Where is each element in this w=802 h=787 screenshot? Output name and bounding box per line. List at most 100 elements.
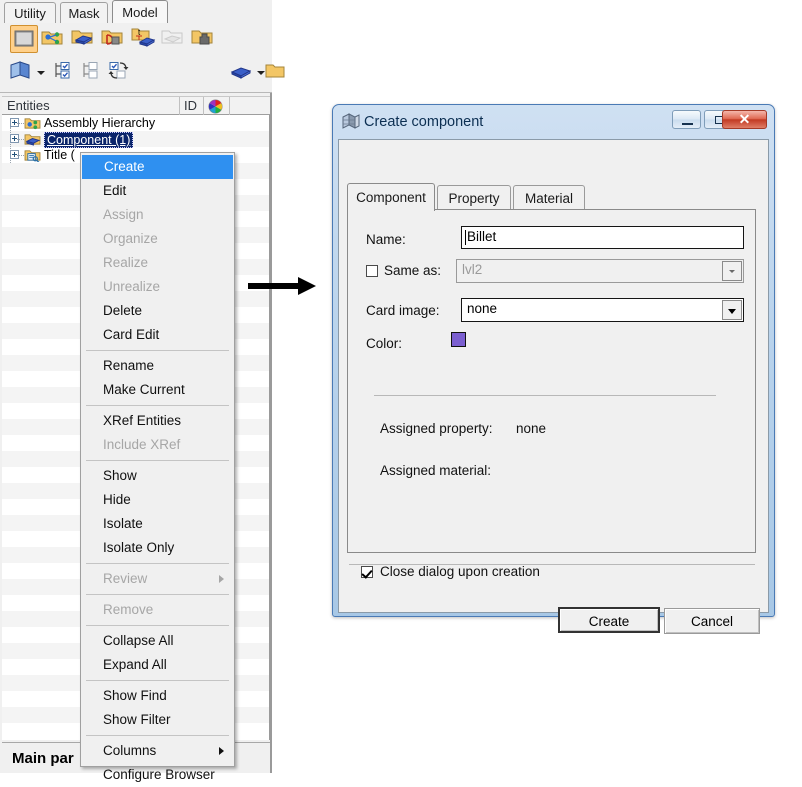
menu-separator [86,563,229,564]
close-icon: ✕ [723,111,766,128]
dialog-tab-component[interactable]: Component [347,183,435,211]
folder-load-icon [100,25,126,51]
menu-item-label: Isolate Only [103,540,174,555]
tree-item-assembly-hierarchy[interactable]: Assembly Hierarchy [2,115,270,131]
same-as-checkbox[interactable] [366,265,378,277]
chevron-down-icon[interactable] [722,261,742,281]
minimize-button[interactable] [672,110,701,129]
menu-item-show-find[interactable]: Show Find [81,684,234,708]
menu-item-xref-entities[interactable]: XRef Entities [81,409,234,433]
folder-mesh-disabled-icon [160,25,186,51]
name-input-value: Billet [467,229,496,244]
toolbar-button-load-collector[interactable] [100,25,128,53]
menu-separator [86,594,229,595]
tree-context-menu[interactable]: CreateEditAssignOrganizeRealizeUnrealize… [80,152,235,767]
toolbar-button-assembly[interactable] [40,25,68,53]
column-header-entities[interactable]: Entities [2,97,180,115]
tab-model[interactable]: Model [112,0,168,23]
toolbar-button-uncheck-all[interactable] [78,58,106,86]
menu-item-label: Make Current [103,382,185,397]
tree-uncheck-all-icon [78,58,104,84]
card-image-value: none [467,301,497,316]
menu-item-unrealize: Unrealize [81,275,234,299]
column-header-color[interactable] [204,97,230,115]
folder-part-icon [190,25,216,51]
menu-item-expand-all[interactable]: Expand All [81,653,234,677]
panel-tab-strip: Utility Mask Model [0,0,272,24]
menu-item-label: Isolate [103,516,143,531]
menu-item-show-filter[interactable]: Show Filter [81,708,234,732]
menu-item-create[interactable]: Create [82,155,233,179]
menu-item-label: Configure Browser [103,767,215,782]
text-caret [465,230,466,245]
cancel-button[interactable]: Cancel [664,608,760,634]
annotation-arrow [248,275,318,297]
toolbar-button-component-folder[interactable] [70,25,98,53]
status-bar-text: Main par [12,750,74,767]
assigned-material-label: Assigned material: [380,463,491,478]
menu-item-label: Organize [103,231,158,246]
same-as-combobox[interactable]: lvl2 [456,259,744,283]
menu-separator [86,680,229,681]
dialog-tab-property[interactable]: Property [437,185,511,210]
menu-item-make-current[interactable]: Make Current [81,378,234,402]
column-header-id[interactable]: ID [180,97,204,115]
minimize-icon [673,111,700,128]
menu-item-label: Collapse All [103,633,174,648]
color-swatch-button[interactable] [451,332,466,347]
tree-item-component[interactable]: Component (1) [2,131,270,147]
menu-item-card-edit[interactable]: Card Edit [81,323,234,347]
toolbar-button-mesh-disabled [160,25,188,53]
folder-solid-icon [70,25,96,51]
close-dialog-checkbox[interactable] [361,566,373,578]
dialog-tab-material[interactable]: Material [513,185,585,210]
card-image-combobox[interactable]: none [461,298,744,322]
folder-nodes-icon [40,25,66,51]
toolbar-button-reverse-check[interactable] [106,58,134,86]
component-window-icon [342,113,360,129]
toolbar-button-view-solid[interactable] [228,58,256,86]
menu-item-label: Remove [103,602,153,617]
toolbar-button-display[interactable] [8,58,36,86]
menu-item-configure-browser[interactable]: Configure Browser [81,763,234,787]
menu-item-label: Card Edit [103,327,159,342]
card-image-label: Card image: [366,303,440,318]
toolbar-button-component[interactable] [10,25,38,53]
menu-item-hide[interactable]: Hide [81,488,234,512]
toolbar-button-check-all[interactable] [50,58,78,86]
folder-thickness-icon: t [130,25,156,51]
menu-item-label: Expand All [103,657,167,672]
create-button[interactable]: Create [558,607,660,633]
menu-separator [86,735,229,736]
menu-separator [86,405,229,406]
tree-column-header: Entities ID [2,96,270,115]
tree-item-label: Assembly Hierarchy [44,115,155,131]
menu-separator [86,625,229,626]
menu-item-collapse-all[interactable]: Collapse All [81,629,234,653]
toolbar-button-overflow[interactable] [264,58,292,86]
folder-title-icon [24,148,41,162]
chevron-down-icon[interactable] [722,300,742,320]
menu-item-delete[interactable]: Delete [81,299,234,323]
menu-item-show[interactable]: Show [81,464,234,488]
menu-item-label: Create [104,159,145,174]
close-button[interactable]: ✕ [722,110,767,129]
dialog-titlebar[interactable]: Create component ✕ [338,109,769,136]
tree-connector [17,139,24,141]
component-tab-panel: Name: Billet Same as: lvl2 Card image: n… [347,209,756,553]
menu-item-rename[interactable]: Rename [81,354,234,378]
name-input[interactable]: Billet [461,226,744,249]
column-header-spare [230,97,270,115]
toolbar-button-part[interactable] [190,25,218,53]
toolbar-button-thickness[interactable]: t [130,25,158,53]
name-label: Name: [366,232,406,247]
tab-mask[interactable]: Mask [60,2,108,23]
display-dropdown-arrow-icon[interactable] [36,60,45,82]
tab-utility[interactable]: Utility [4,2,56,23]
menu-item-label: Show Find [103,688,167,703]
menu-item-columns[interactable]: Columns [81,739,234,763]
menu-item-isolate-only[interactable]: Isolate Only [81,536,234,560]
tree-check-all-icon [50,58,76,84]
menu-item-isolate[interactable]: Isolate [81,512,234,536]
menu-item-edit[interactable]: Edit [81,179,234,203]
